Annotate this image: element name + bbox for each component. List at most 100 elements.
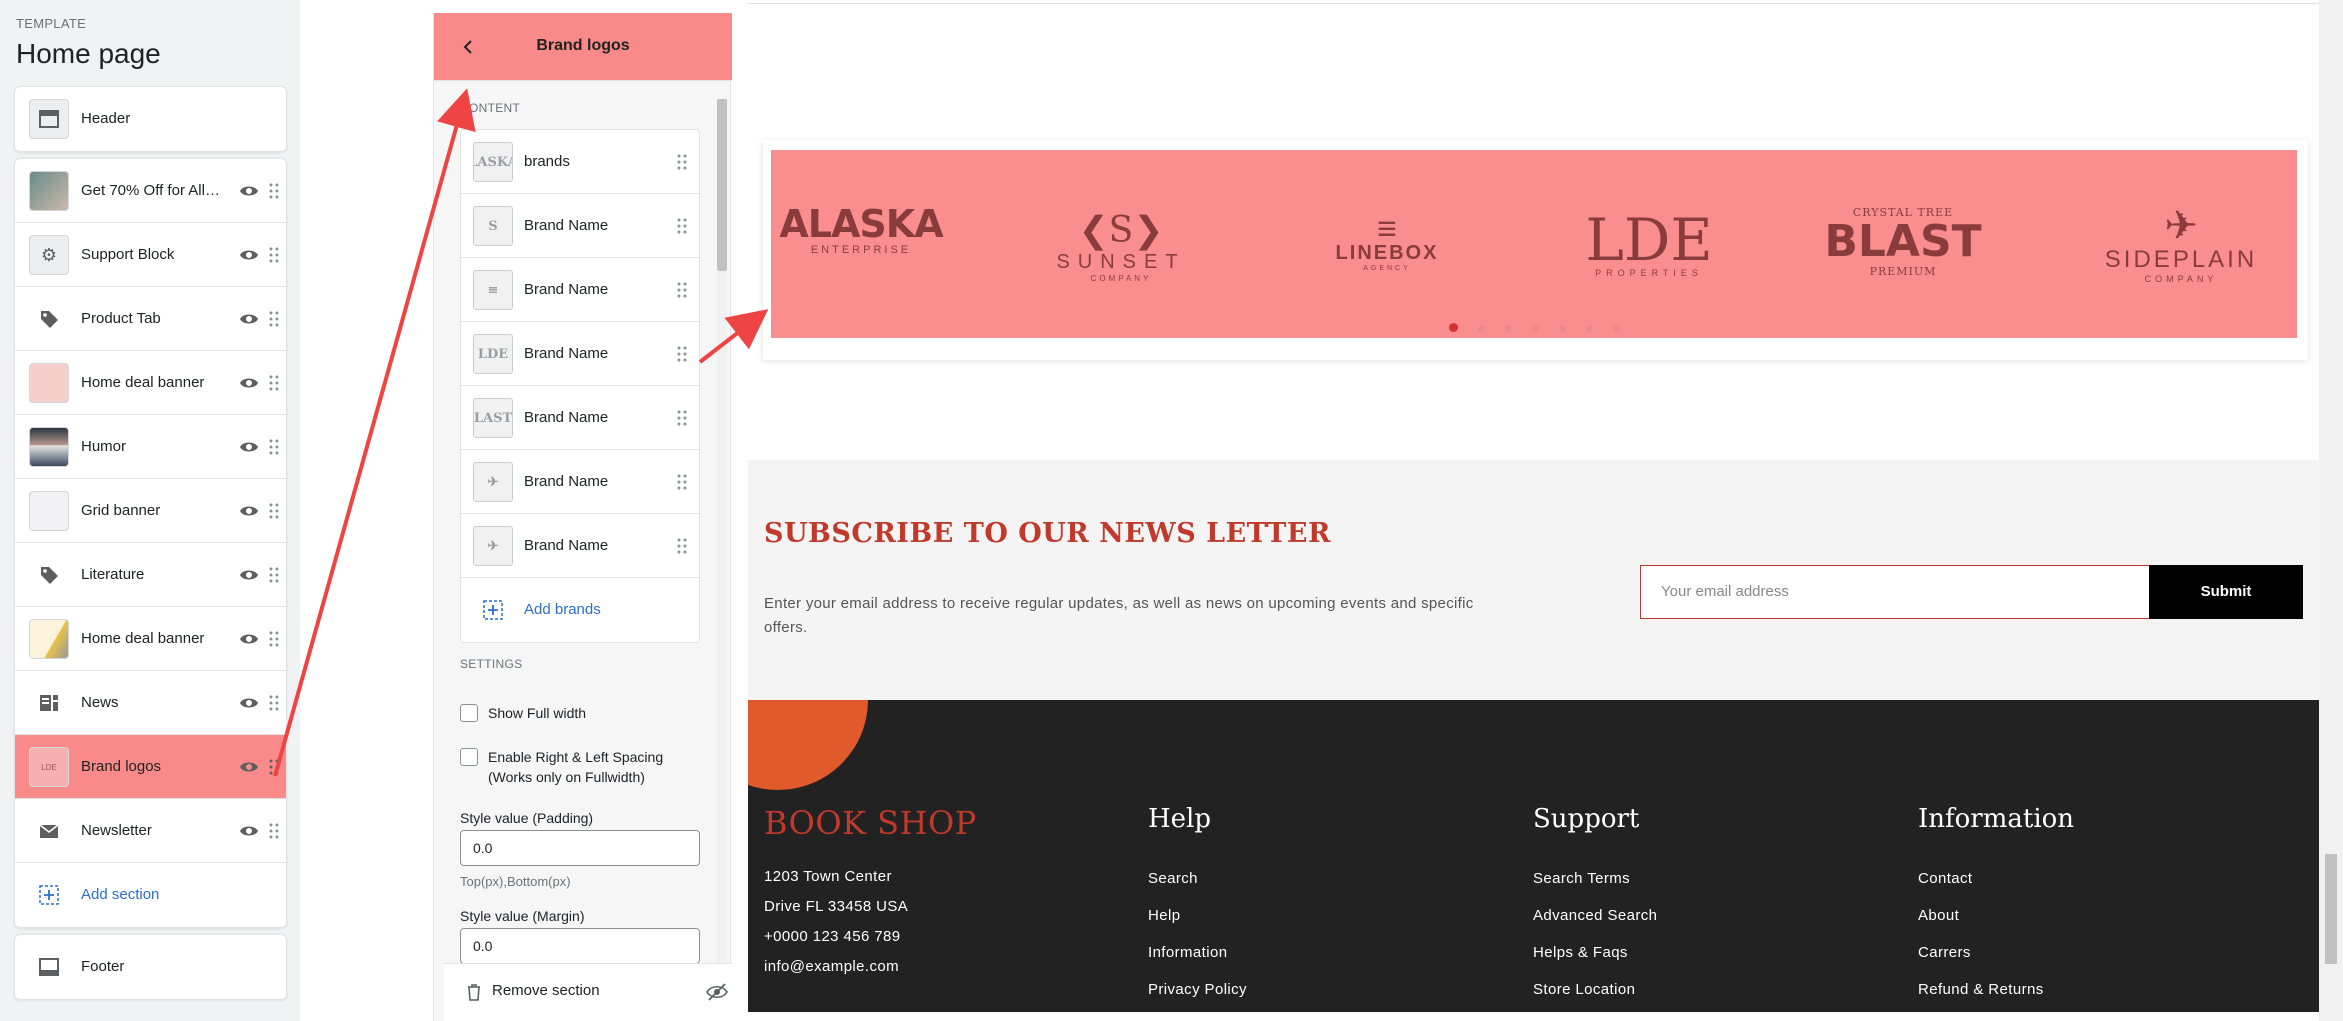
footer-link[interactable]: About — [1918, 897, 2074, 934]
tag-icon — [29, 299, 69, 339]
section-item[interactable]: Home deal banner — [15, 351, 286, 415]
add-section-button[interactable]: Add section — [15, 863, 286, 927]
eye-icon[interactable] — [239, 565, 259, 585]
carousel-dot[interactable] — [1585, 325, 1593, 332]
section-footer[interactable]: Footer — [15, 935, 286, 999]
section-item[interactable]: Grid banner — [15, 479, 286, 543]
footer-link[interactable]: Contact — [1918, 860, 2074, 897]
brand-logo[interactable]: ALASKA ENTERPRISE — [771, 202, 951, 256]
drag-handle-icon[interactable] — [677, 282, 687, 298]
drag-handle-icon[interactable] — [269, 311, 279, 327]
eye-icon[interactable] — [239, 181, 259, 201]
padding-input[interactable]: 0.0 — [460, 830, 700, 866]
drag-handle-icon[interactable] — [269, 183, 279, 199]
brand-logos-section[interactable]: ALASKA ENTERPRISE ❮S❯ SUNSET COMPANY ≡ L… — [763, 140, 2308, 360]
section-label: Get 70% Off for All ... — [81, 182, 221, 199]
drag-handle-icon[interactable] — [269, 503, 279, 519]
eye-icon[interactable] — [239, 629, 259, 649]
section-item[interactable]: Newsletter — [15, 799, 286, 863]
email-input[interactable]: Your email address — [1640, 565, 2150, 619]
footer-link[interactable]: Advanced Search — [1533, 897, 1657, 934]
brand-thumbnail: ✈ — [473, 526, 513, 566]
block-item[interactable]: LASKA brands — [461, 130, 699, 194]
section-item[interactable]: Home deal banner — [15, 607, 286, 671]
submit-button[interactable]: Submit — [2149, 565, 2303, 619]
show-full-width-checkbox[interactable] — [460, 704, 478, 722]
block-item[interactable]: ✈ Brand Name — [461, 450, 699, 514]
eye-off-icon[interactable] — [706, 982, 728, 1002]
block-item[interactable]: S Brand Name — [461, 194, 699, 258]
drag-handle-icon[interactable] — [269, 375, 279, 391]
footer-link[interactable]: Search — [1148, 860, 1247, 897]
add-brands-button[interactable]: Add brands — [461, 578, 699, 642]
scrollbar-thumb[interactable] — [717, 99, 727, 271]
eye-icon[interactable] — [239, 501, 259, 521]
drag-handle-icon[interactable] — [677, 474, 687, 490]
section-item[interactable]: News — [15, 671, 286, 735]
drag-handle-icon[interactable] — [677, 538, 687, 554]
preview-scrollbar[interactable] — [2319, 0, 2343, 1021]
margin-input[interactable]: 0.0 — [460, 928, 700, 964]
section-item[interactable]: ⚙ Support Block — [15, 223, 286, 287]
block-label: Brand Name — [524, 409, 609, 426]
enable-spacing-checkbox[interactable] — [460, 748, 478, 766]
carousel-dot[interactable] — [1477, 325, 1485, 332]
carousel-dot[interactable] — [1504, 325, 1512, 332]
eye-icon[interactable] — [239, 437, 259, 457]
eye-icon[interactable] — [239, 821, 259, 841]
footer-link[interactable]: Search Terms — [1533, 860, 1657, 897]
section-item[interactable]: Literature — [15, 543, 286, 607]
footer-address-line: 1203 Town Center — [764, 868, 892, 885]
section-item[interactable]: Humor — [15, 415, 286, 479]
drag-handle-icon[interactable] — [677, 218, 687, 234]
carousel-dot[interactable] — [1531, 325, 1539, 332]
eye-icon[interactable] — [239, 757, 259, 777]
drag-handle-icon[interactable] — [269, 759, 279, 775]
section-item-brand-logos[interactable]: LDE Brand logos — [15, 735, 286, 799]
footer-phone[interactable]: +0000 123 456 789 — [764, 922, 977, 952]
block-item[interactable]: LDE Brand Name — [461, 322, 699, 386]
section-header[interactable]: Header — [15, 87, 286, 151]
block-item[interactable]: LAST Brand Name — [461, 386, 699, 450]
carousel-dot[interactable] — [1612, 325, 1620, 332]
section-item[interactable]: Get 70% Off for All ... — [15, 159, 286, 223]
drag-handle-icon[interactable] — [269, 567, 279, 583]
section-item[interactable]: Product Tab — [15, 287, 286, 351]
footer-link[interactable]: Help — [1148, 897, 1247, 934]
brand-logo[interactable]: ✈ SIDEPLAIN COMPANY — [2081, 206, 2281, 284]
drag-handle-icon[interactable] — [269, 823, 279, 839]
footer-link[interactable]: Refund & Returns — [1918, 971, 2074, 1008]
drag-handle-icon[interactable] — [677, 410, 687, 426]
footer-link[interactable]: Carrers — [1918, 934, 2074, 971]
drag-handle-icon[interactable] — [677, 346, 687, 362]
brand-logo[interactable]: CRYSTAL TREE BLAST PREMIUM — [1813, 206, 1993, 278]
drag-handle-icon[interactable] — [269, 631, 279, 647]
settings-label: SETTINGS — [460, 657, 523, 671]
brand-logo[interactable]: ❮S❯ SUNSET COMPANY — [1031, 210, 1211, 283]
brand-logo[interactable]: ≡ LINEBOX AGENCY — [1297, 212, 1477, 272]
block-item[interactable]: ≡ Brand Name — [461, 258, 699, 322]
eye-icon[interactable] — [239, 373, 259, 393]
drag-handle-icon[interactable] — [269, 247, 279, 263]
panel-scrollbar[interactable] — [717, 99, 727, 999]
eye-icon[interactable] — [239, 245, 259, 265]
footer-link[interactable]: Helps & Faqs — [1533, 934, 1657, 971]
drag-handle-icon[interactable] — [269, 439, 279, 455]
eye-icon[interactable] — [239, 693, 259, 713]
brand-logo[interactable]: LDE PROPERTIES — [1559, 211, 1739, 278]
trash-icon[interactable] — [466, 983, 482, 1001]
block-label: Brand Name — [524, 281, 609, 298]
footer-link[interactable]: Information — [1148, 934, 1247, 971]
decorative-circle — [748, 700, 868, 790]
scrollbar-thumb[interactable] — [2325, 854, 2337, 964]
carousel-dot-active[interactable] — [1448, 323, 1458, 332]
remove-section-button[interactable]: Remove section — [492, 982, 600, 999]
eye-icon[interactable] — [239, 309, 259, 329]
footer-email[interactable]: info@example.com — [764, 952, 977, 982]
carousel-dot[interactable] — [1558, 325, 1566, 332]
block-item[interactable]: ✈ Brand Name — [461, 514, 699, 578]
footer-link[interactable]: Store Location — [1533, 971, 1657, 1008]
drag-handle-icon[interactable] — [269, 695, 279, 711]
footer-link[interactable]: Privacy Policy — [1148, 971, 1247, 1008]
drag-handle-icon[interactable] — [677, 154, 687, 170]
